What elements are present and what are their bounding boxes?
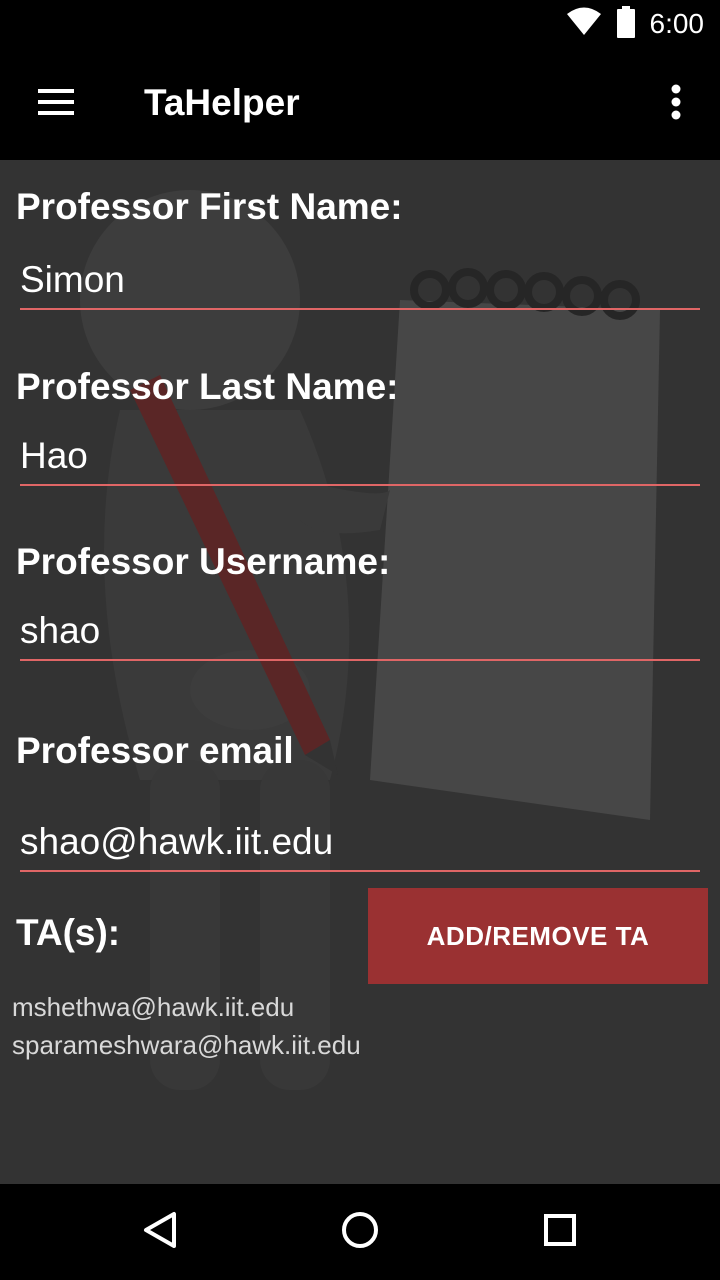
more-vert-icon xyxy=(670,84,682,125)
overflow-menu-button[interactable] xyxy=(654,76,698,132)
menu-button[interactable] xyxy=(24,78,88,130)
back-icon xyxy=(140,1210,180,1255)
recents-icon xyxy=(540,1210,580,1255)
status-time: 6:00 xyxy=(649,8,705,39)
home-icon xyxy=(340,1210,380,1255)
list-item: mshethwa@hawk.iit.edu xyxy=(12,992,295,1022)
email-label: Professor email xyxy=(16,730,294,771)
app-bar: TaHelper xyxy=(0,48,720,160)
navigation-bar xyxy=(0,1184,720,1280)
first-name-input[interactable] xyxy=(20,252,700,310)
username-label: Professor Username: xyxy=(16,541,391,582)
main-content: Professor First Name: Professor Last Nam… xyxy=(0,160,720,1184)
home-button[interactable] xyxy=(336,1208,384,1256)
hamburger-menu-icon xyxy=(36,87,76,122)
battery-icon xyxy=(616,5,636,43)
last-name-input[interactable] xyxy=(20,428,700,486)
status-bar: 6:00 xyxy=(0,0,720,48)
ta-list: mshethwa@hawk.iit.edu sparameshwara@hawk… xyxy=(12,988,361,1064)
back-button[interactable] xyxy=(136,1208,184,1256)
add-remove-ta-button[interactable]: ADD/REMOVE TA xyxy=(368,888,708,984)
list-item: sparameshwara@hawk.iit.edu xyxy=(12,1030,361,1060)
first-name-label: Professor First Name: xyxy=(16,186,403,227)
username-input[interactable] xyxy=(20,603,700,661)
recents-button[interactable] xyxy=(536,1208,584,1256)
app-title: TaHelper xyxy=(144,82,300,123)
wifi-icon xyxy=(566,7,602,42)
ta-label: TA(s): xyxy=(16,912,121,953)
status-icons: 6:00 xyxy=(566,5,705,43)
email-input[interactable] xyxy=(20,814,700,872)
last-name-label: Professor Last Name: xyxy=(16,366,399,407)
